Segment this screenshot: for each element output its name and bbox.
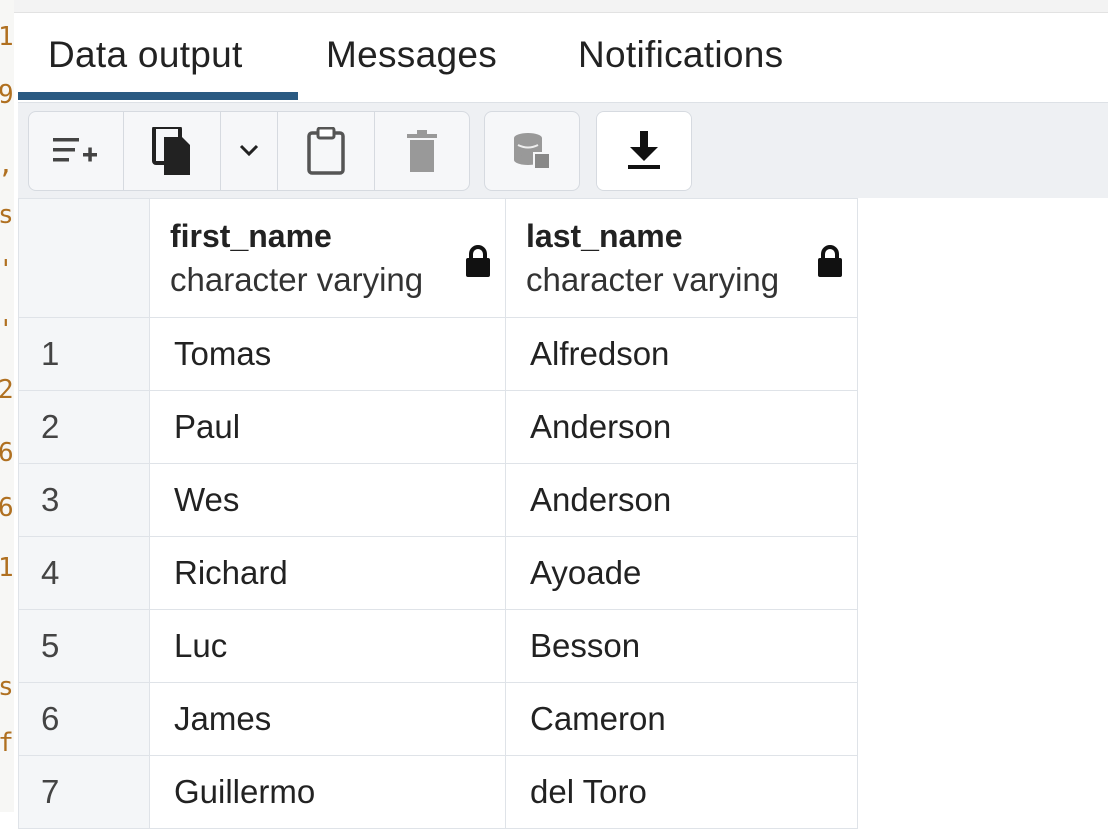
- copy-icon: [152, 127, 192, 175]
- cell-last-name[interactable]: Anderson: [505, 390, 858, 464]
- cell-last-name[interactable]: Ayoade: [505, 536, 858, 610]
- table-row[interactable]: 1 Tomas Alfredson: [18, 317, 858, 391]
- row-number[interactable]: 3: [18, 463, 150, 537]
- delete-button[interactable]: [375, 112, 469, 190]
- download-icon: [626, 131, 662, 171]
- row-number[interactable]: 7: [18, 755, 150, 829]
- download-button-group: [596, 111, 692, 191]
- paste-icon: [307, 127, 345, 175]
- data-toolbar: [18, 102, 1108, 199]
- cell-first-name[interactable]: Paul: [149, 390, 506, 464]
- row-number[interactable]: 4: [18, 536, 150, 610]
- save-data-button[interactable]: [485, 112, 579, 190]
- table-row[interactable]: 5 Luc Besson: [18, 609, 858, 683]
- cell-first-name[interactable]: Wes: [149, 463, 506, 537]
- cell-first-name[interactable]: Guillermo: [149, 755, 506, 829]
- copy-options-dropdown[interactable]: [221, 112, 278, 190]
- tab-messages[interactable]: Messages: [326, 34, 497, 76]
- column-type: character varying: [526, 260, 780, 298]
- tab-notifications[interactable]: Notifications: [578, 34, 783, 76]
- table-row[interactable]: 3 Wes Anderson: [18, 463, 858, 537]
- cell-last-name[interactable]: Anderson: [505, 463, 858, 537]
- cell-last-name[interactable]: Besson: [505, 609, 858, 683]
- table-row[interactable]: 2 Paul Anderson: [18, 390, 858, 464]
- cell-last-name[interactable]: Cameron: [505, 682, 858, 756]
- cell-first-name[interactable]: Tomas: [149, 317, 506, 391]
- results-tab-bar: Data output Messages Notifications: [18, 14, 1108, 102]
- grid-empty-area: [858, 198, 1108, 812]
- row-number[interactable]: 1: [18, 317, 150, 391]
- row-number[interactable]: 2: [18, 390, 150, 464]
- lock-icon: [817, 245, 843, 282]
- row-number-header: [18, 198, 150, 318]
- save-button-group: [484, 111, 580, 191]
- column-name: last_name: [526, 217, 683, 254]
- row-number[interactable]: 5: [18, 609, 150, 683]
- cell-first-name[interactable]: James: [149, 682, 506, 756]
- cell-first-name[interactable]: Richard: [149, 536, 506, 610]
- column-type: character varying: [170, 260, 424, 298]
- editor-gutter-sliver: 1 9 , s ' ' 2 6 6 1 s f: [0, 0, 14, 812]
- table-row[interactable]: 6 James Cameron: [18, 682, 858, 756]
- grid-header-row: first_name character varying last_name c…: [18, 198, 858, 318]
- save-data-icon: [512, 131, 552, 171]
- lock-icon: [465, 245, 491, 282]
- edit-button-group: [28, 111, 470, 191]
- column-header-last-name[interactable]: last_name character varying: [505, 198, 858, 318]
- column-header-first-name[interactable]: first_name character varying: [149, 198, 506, 318]
- chevron-down-icon: [239, 144, 259, 158]
- editor-edge: [14, 0, 1108, 13]
- copy-button[interactable]: [124, 112, 221, 190]
- table-row[interactable]: 7 Guillermo del Toro: [18, 755, 858, 829]
- row-number[interactable]: 6: [18, 682, 150, 756]
- paste-button[interactable]: [278, 112, 375, 190]
- delete-icon: [407, 130, 437, 172]
- results-grid: first_name character varying last_name c…: [18, 198, 858, 829]
- column-name: first_name: [170, 217, 332, 254]
- download-button[interactable]: [597, 112, 691, 190]
- cell-last-name[interactable]: Alfredson: [505, 317, 858, 391]
- cell-first-name[interactable]: Luc: [149, 609, 506, 683]
- add-row-button[interactable]: [29, 112, 124, 190]
- add-row-icon: [53, 134, 99, 168]
- table-row[interactable]: 4 Richard Ayoade: [18, 536, 858, 610]
- active-tab-indicator: [18, 92, 298, 100]
- cell-last-name[interactable]: del Toro: [505, 755, 858, 829]
- tab-data-output[interactable]: Data output: [48, 34, 243, 76]
